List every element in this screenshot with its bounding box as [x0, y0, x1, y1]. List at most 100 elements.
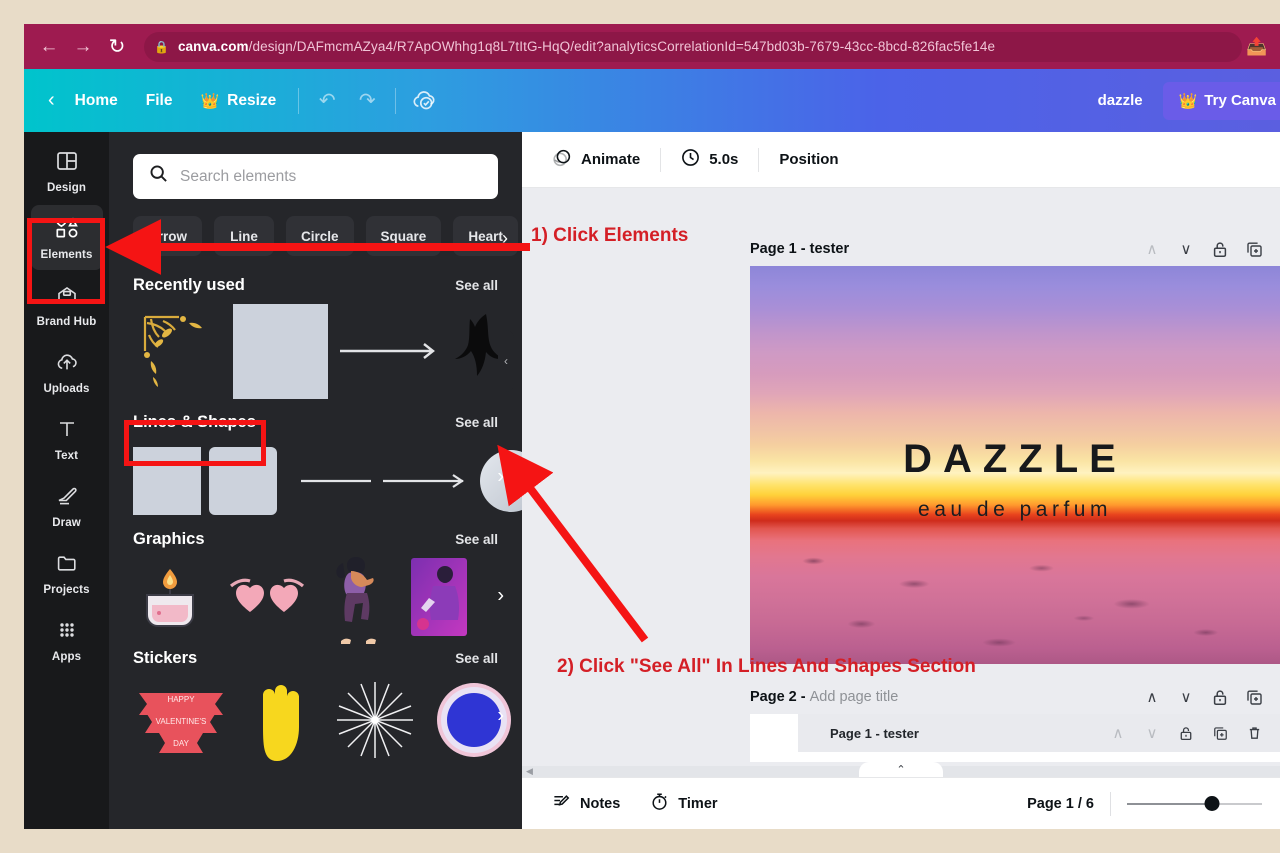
sidebar-item-brand-hub[interactable]: Brand Hub: [31, 272, 103, 337]
home-button[interactable]: Home: [61, 85, 132, 117]
element-thumb-rect-1[interactable]: [133, 447, 201, 515]
element-thumb-purple-card[interactable]: [407, 556, 471, 644]
page-thumbnail-row[interactable]: Page 1 - tester ∧ ∨: [798, 714, 1280, 752]
element-thumb-rect-2[interactable]: [209, 447, 277, 515]
page-indicator: Page 1 / 6: [1027, 795, 1094, 812]
chip-heart[interactable]: Heart: [453, 216, 518, 256]
lock-icon[interactable]: [1206, 683, 1234, 711]
panel-collapse-handle[interactable]: ‹: [498, 330, 514, 392]
annotation-step-1: 1) Click Elements: [531, 225, 689, 246]
see-all-stickers[interactable]: See all: [455, 651, 498, 666]
chip-square[interactable]: Square: [365, 216, 442, 256]
page-thumbnail-tools: ∧ ∨: [1104, 719, 1268, 747]
section-title: Lines & Shapes: [133, 413, 256, 431]
brand-subtitle: eau de parfum: [918, 498, 1112, 522]
duplicate-icon[interactable]: [1240, 235, 1268, 263]
page-1-canvas[interactable]: DAZZLE eau de parfum: [750, 266, 1280, 664]
element-thumb-square[interactable]: [233, 303, 328, 399]
design-text-group[interactable]: DAZZLE eau de parfum: [750, 437, 1280, 522]
redo-icon[interactable]: ↷: [347, 82, 387, 120]
element-thumb-ornament[interactable]: [133, 305, 225, 397]
element-thumb-arrow[interactable]: [336, 331, 444, 371]
back-arrow-icon[interactable]: ←: [32, 30, 66, 64]
chevron-up-icon[interactable]: ∧: [1138, 683, 1166, 711]
share-icon[interactable]: 📤: [1242, 37, 1272, 57]
file-label: File: [145, 91, 173, 109]
back-chevron-icon[interactable]: ‹: [42, 82, 61, 119]
resize-button[interactable]: 👑 Resize: [186, 85, 290, 117]
chip-arrow[interactable]: Arrow: [133, 216, 203, 256]
chevron-right-icon[interactable]: ›: [502, 228, 508, 249]
user-name[interactable]: dazzle: [1082, 92, 1159, 109]
chevron-up-icon[interactable]: ∧: [1138, 235, 1166, 263]
search-area: Search elements: [109, 132, 522, 199]
search-input[interactable]: Search elements: [133, 154, 498, 199]
page-1-title[interactable]: Page 1 - tester: [750, 241, 849, 257]
element-thumb-sparkle[interactable]: [333, 678, 417, 762]
chip-circle[interactable]: Circle: [286, 216, 354, 256]
sidebar-item-projects[interactable]: Projects: [31, 540, 103, 605]
undo-icon[interactable]: ↶: [307, 82, 347, 120]
resize-label: Resize: [227, 91, 277, 109]
apps-icon: [55, 618, 79, 646]
element-thumb-candle[interactable]: [133, 563, 207, 637]
timer-button[interactable]: Timer: [638, 785, 729, 822]
try-canva-pro-button[interactable]: 👑 Try Canva: [1162, 81, 1280, 120]
chevron-down-icon[interactable]: ∨: [1172, 683, 1200, 711]
sidebar-item-design[interactable]: Design: [31, 138, 103, 203]
see-all-lines-shapes[interactable]: See all: [455, 415, 498, 430]
forward-arrow-icon[interactable]: →: [66, 30, 100, 64]
sidebar-item-apps[interactable]: Apps: [31, 607, 103, 672]
chevron-down-icon[interactable]: ∨: [1172, 235, 1200, 263]
duplicate-icon[interactable]: [1206, 719, 1234, 747]
see-all-graphics[interactable]: See all: [455, 532, 498, 547]
notes-button[interactable]: Notes: [540, 785, 632, 822]
trash-icon[interactable]: [1240, 719, 1268, 747]
element-thumb-dancer[interactable]: [327, 555, 389, 645]
sidebar-item-draw[interactable]: Draw: [31, 473, 103, 538]
status-divider: [1110, 791, 1111, 816]
sidebar-item-text[interactable]: Text: [31, 406, 103, 471]
page-1-sep: -: [796, 241, 810, 257]
chevron-down-icon[interactable]: ∨: [1138, 719, 1166, 747]
page-2-canvas-strip[interactable]: Page 1 - tester ∧ ∨: [750, 714, 1280, 762]
sidebar-item-uploads[interactable]: Uploads: [31, 339, 103, 404]
next-arrow-icon[interactable]: ›: [497, 466, 504, 489]
element-thumb-hand-pointer[interactable]: [247, 675, 315, 765]
animate-button[interactable]: Animate: [538, 140, 654, 180]
design-icon: [55, 149, 79, 177]
topbar-right-group: dazzle 👑 Try Canva: [1082, 69, 1280, 132]
duration-button[interactable]: 5.0s: [667, 140, 752, 179]
position-label: Position: [779, 151, 839, 168]
element-thumb-heart-glasses[interactable]: [225, 570, 309, 630]
chevron-up-icon[interactable]: ∧: [1104, 719, 1132, 747]
collapse-pages-tab[interactable]: ⌃: [859, 762, 943, 777]
sidebar-label: Text: [54, 450, 79, 462]
lock-icon[interactable]: [1172, 719, 1200, 747]
see-all-recently-used[interactable]: See all: [455, 278, 498, 293]
lock-icon[interactable]: [1206, 235, 1234, 263]
lines-shapes-row: ›: [109, 432, 522, 522]
page-2-title[interactable]: Page 2 - Add page title: [750, 689, 898, 705]
duplicate-icon[interactable]: [1240, 683, 1268, 711]
scroll-left-icon[interactable]: ◀: [522, 766, 533, 777]
element-thumb-arrow-2[interactable]: [381, 469, 471, 493]
projects-icon: [55, 551, 79, 579]
element-thumb-line[interactable]: [299, 469, 373, 493]
cloud-check-icon[interactable]: [404, 82, 444, 120]
url-text: canva.com/design/DAFmcmAZya4/R7ApOWhhg1q…: [178, 39, 995, 54]
file-button[interactable]: File: [132, 85, 187, 117]
next-arrow-icon[interactable]: ›: [497, 585, 504, 608]
toolbar-divider-2: [395, 87, 397, 114]
next-arrow-icon[interactable]: ›: [497, 705, 504, 728]
canvas-scroll-region[interactable]: Page 1 - tester ∧ ∨ DAZZLE eau de parfum…: [522, 188, 1280, 777]
chip-line[interactable]: Line: [214, 216, 275, 256]
position-button[interactable]: Position: [765, 143, 852, 176]
element-thumb-valentines-banner[interactable]: HAPPY VALENTINE'S DAY: [133, 685, 229, 755]
uploads-icon: [55, 350, 79, 378]
reload-icon[interactable]: ↻: [100, 30, 134, 64]
zoom-slider-knob[interactable]: [1204, 796, 1220, 811]
address-bar[interactable]: 🔒 canva.com/design/DAFmcmAZya4/R7ApOWhhg…: [144, 31, 1242, 62]
zoom-slider[interactable]: [1127, 795, 1262, 813]
sidebar-item-elements[interactable]: Elements: [30, 205, 103, 270]
